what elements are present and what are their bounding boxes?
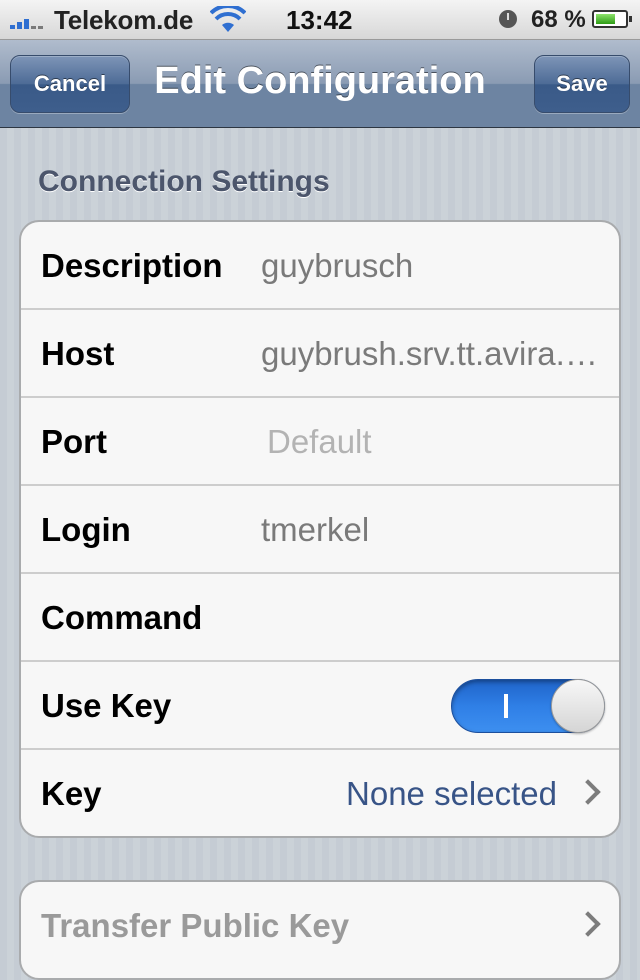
host-label: Host [41,335,115,372]
command-label: Command [41,599,203,636]
transfer-key-group: Transfer Public Key [19,880,621,980]
use-key-toggle[interactable] [451,679,605,733]
transfer-public-key-row[interactable]: Transfer Public Key [21,882,619,970]
use-key-row: Use Key [21,662,619,750]
wifi-icon [210,6,246,32]
battery-icon [592,10,632,28]
save-button[interactable]: Save [534,55,630,113]
port-field[interactable] [267,416,597,468]
signal-icon [10,13,43,29]
host-row[interactable]: Host guybrush.srv.tt.avira.com [21,310,619,398]
clock-icon [499,10,517,28]
clock-time: 13:42 [286,5,353,35]
connection-settings-group: Description guybrusch Host guybrush.srv.… [19,220,621,838]
toggle-knob[interactable] [551,679,605,733]
command-row[interactable]: Command [21,574,619,662]
transfer-public-key-label: Transfer Public Key [41,907,350,944]
host-field[interactable]: guybrush.srv.tt.avira.com [261,310,606,398]
carrier-name: Telekom.de [54,5,194,35]
description-field[interactable]: guybrusch [261,222,413,310]
chevron-right-icon [575,779,601,805]
navigation-bar: Edit Configuration Cancel Save [0,40,640,128]
status-bar: Telekom.de 13:42 68 % [0,0,640,40]
battery-percent: 68 % [531,6,586,33]
description-row[interactable]: Description guybrusch [21,222,619,310]
port-label: Port [41,423,107,460]
key-row[interactable]: Key None selected [21,750,619,836]
login-label: Login [41,511,131,548]
login-row[interactable]: Login tmerkel [21,486,619,574]
use-key-label: Use Key [41,687,172,724]
toggle-on-mark [504,694,508,718]
key-value: None selected [346,775,557,812]
cancel-button[interactable]: Cancel [10,55,130,113]
key-label: Key [41,775,102,812]
section-header-connection-settings: Connection Settings [38,165,330,198]
chevron-right-icon [575,911,601,937]
port-row[interactable]: Port [21,398,619,486]
login-field[interactable]: tmerkel [261,486,369,574]
description-label: Description [41,247,223,284]
